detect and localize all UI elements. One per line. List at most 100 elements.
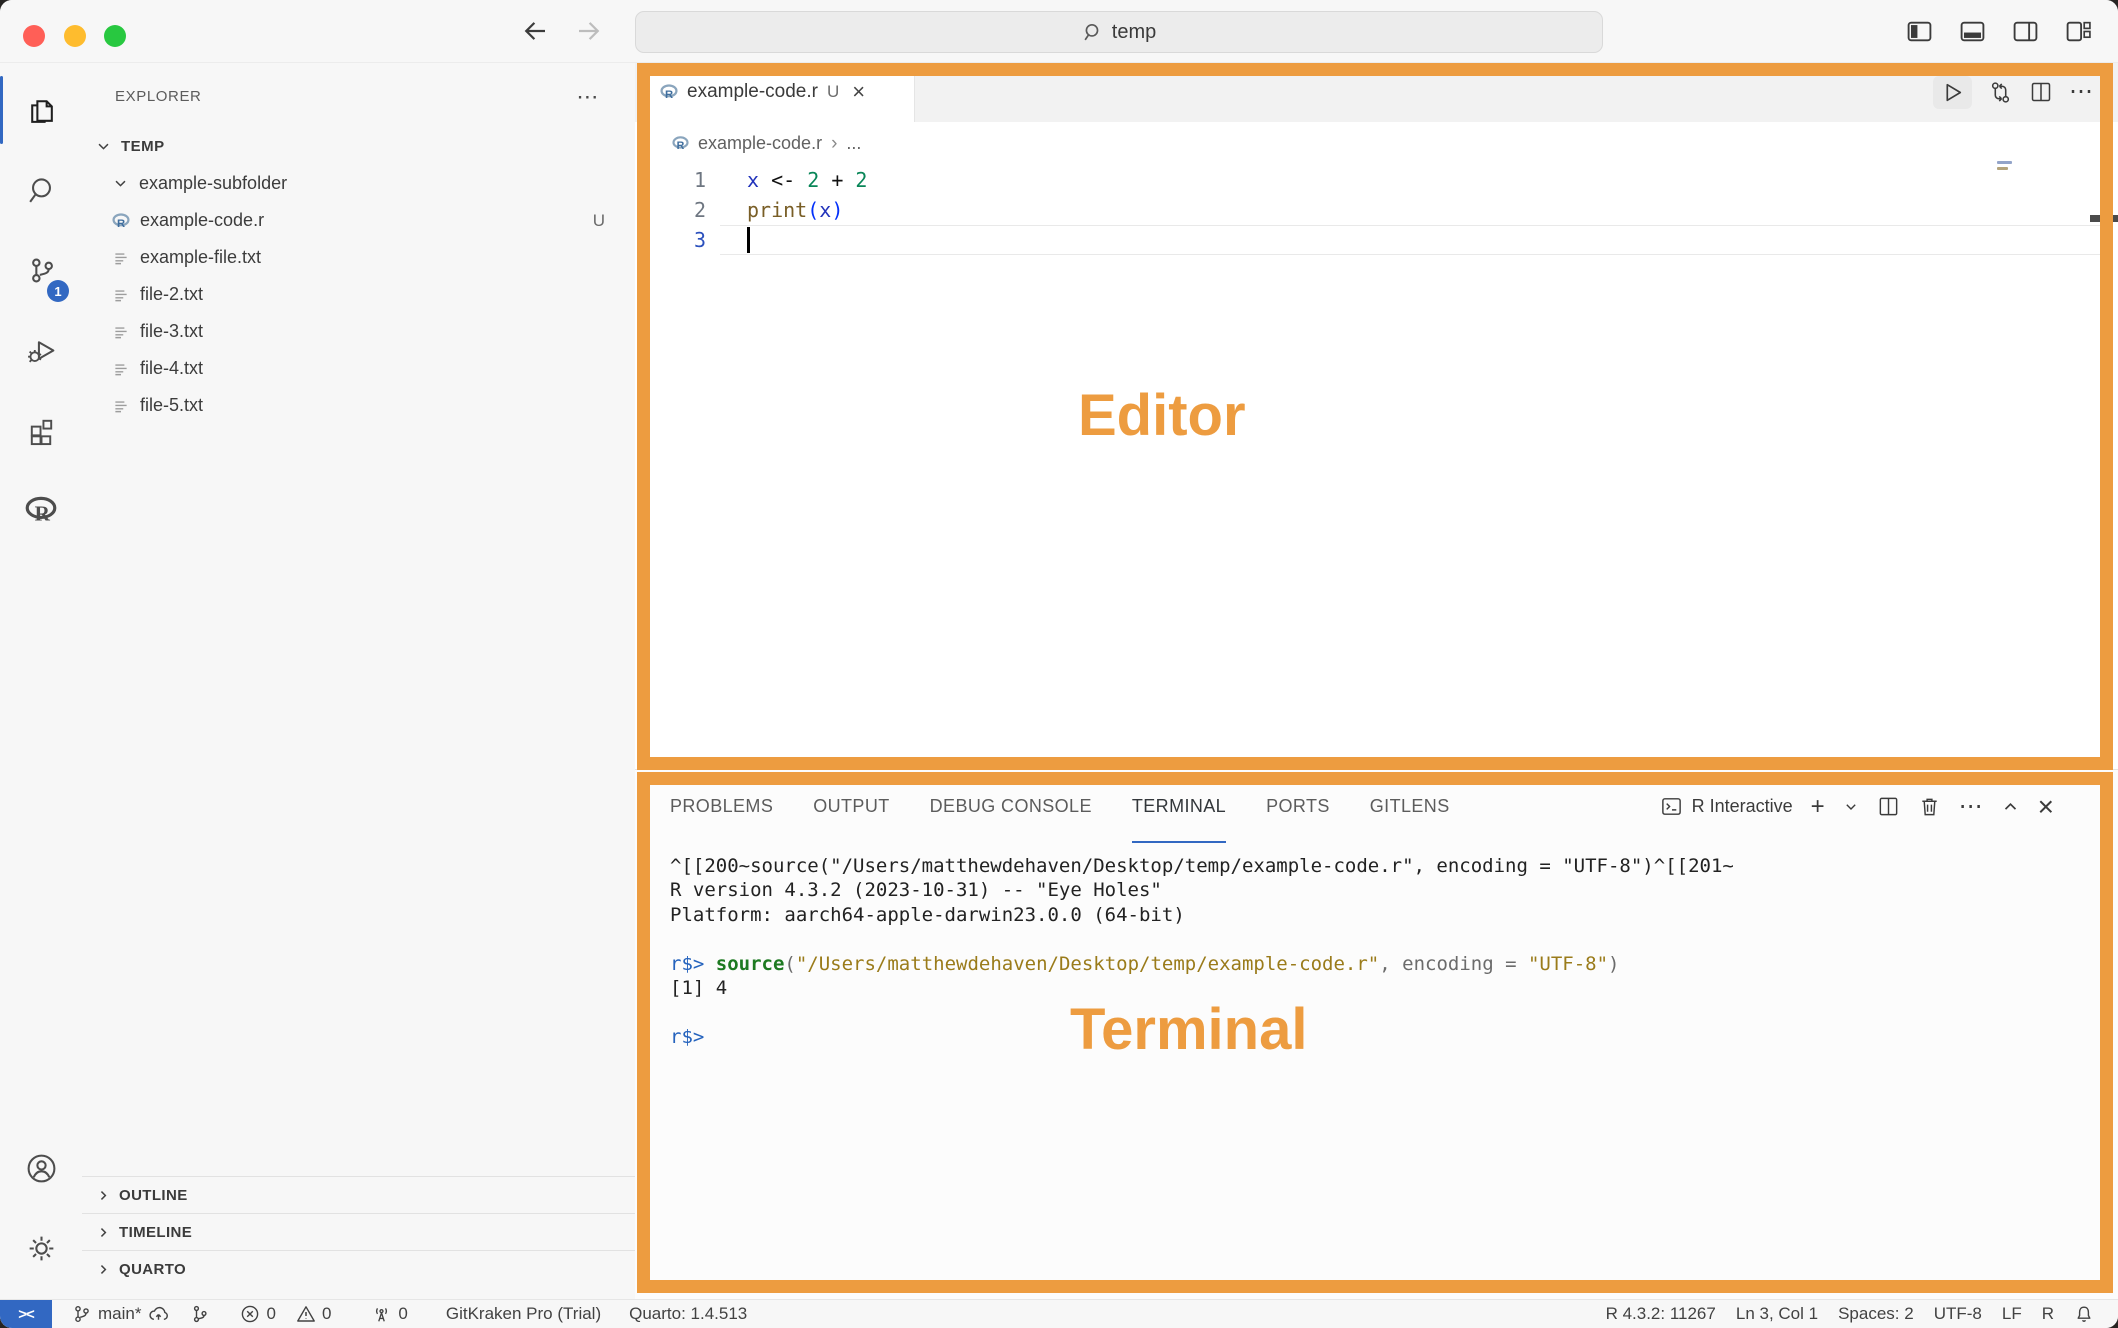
code-line[interactable]: 1x <- 2 + 2 bbox=[635, 165, 2118, 195]
activity-r[interactable]: R bbox=[0, 470, 82, 550]
terminal-line bbox=[670, 927, 2078, 951]
status-warnings[interactable]: 0 bbox=[286, 1300, 341, 1328]
status-encoding[interactable]: UTF-8 bbox=[1924, 1300, 1992, 1328]
toggle-secondary-sidebar-icon[interactable] bbox=[2012, 18, 2039, 45]
panel-tab-output[interactable]: OUTPUT bbox=[813, 770, 889, 843]
code-editor[interactable]: 1x <- 2 + 22print(x)3 bbox=[635, 165, 2118, 770]
status-r-version[interactable]: R 4.3.2: 11267 bbox=[1596, 1300, 1726, 1328]
status-cursor-position[interactable]: Ln 3, Col 1 bbox=[1726, 1300, 1828, 1328]
toggle-primary-sidebar-icon[interactable] bbox=[1906, 18, 1933, 45]
activity-settings[interactable] bbox=[0, 1208, 82, 1288]
tab-example-code-r[interactable]: R example-code.r U × bbox=[646, 62, 915, 122]
run-icon bbox=[1940, 80, 1965, 105]
debug-icon bbox=[25, 334, 58, 367]
remote-icon: >< bbox=[18, 1306, 34, 1323]
status-errors[interactable]: 0 bbox=[230, 1300, 285, 1328]
status-indentation[interactable]: Spaces: 2 bbox=[1828, 1300, 1924, 1328]
panel-tab-gitlens[interactable]: GITLENS bbox=[1370, 770, 1450, 843]
explorer-more-actions-icon[interactable]: ⋯ bbox=[576, 92, 599, 102]
status-gitkraken[interactable]: GitKraken Pro (Trial) bbox=[436, 1300, 611, 1328]
file-file-5.txt[interactable]: file-5.txt bbox=[82, 387, 635, 424]
panel-tab-label: GITLENS bbox=[1370, 796, 1450, 817]
traffic-light-close[interactable] bbox=[23, 25, 45, 47]
kill-terminal-icon[interactable] bbox=[1918, 795, 1941, 818]
new-terminal-icon[interactable]: + bbox=[1811, 802, 1825, 812]
status-quarto[interactable]: Quarto: 1.4.513 bbox=[619, 1300, 757, 1328]
toggle-panel-icon[interactable] bbox=[1959, 18, 1986, 45]
status-git-branch[interactable]: main* bbox=[62, 1300, 180, 1328]
status-remote-indicator[interactable]: >< bbox=[0, 1300, 52, 1328]
activity-extensions[interactable] bbox=[0, 390, 82, 470]
activity-explorer[interactable] bbox=[0, 70, 82, 150]
split-editor-button[interactable] bbox=[2029, 80, 2053, 104]
panel: PROBLEMS OUTPUT DEBUG CONSOLE TERMINAL PORTS… bbox=[635, 769, 2118, 1300]
panel-tab-problems[interactable]: PROBLEMS bbox=[670, 770, 773, 843]
file-file-2.txt[interactable]: file-2.txt bbox=[82, 276, 635, 313]
tree-root-label: TEMP bbox=[121, 138, 165, 155]
more-icon[interactable]: ⋯ bbox=[1959, 802, 1983, 812]
file-label: file-2.txt bbox=[140, 284, 203, 305]
r-lang-icon: R bbox=[23, 492, 59, 528]
close-panel-icon[interactable]: × bbox=[2038, 791, 2054, 823]
activity-accounts[interactable] bbox=[0, 1128, 82, 1208]
status-commit-graph[interactable] bbox=[180, 1300, 230, 1328]
txt-file-icon bbox=[112, 286, 130, 304]
compare-changes-button[interactable] bbox=[1988, 80, 2013, 105]
command-center-search[interactable]: temp bbox=[635, 11, 1603, 53]
status-ports[interactable]: 0 bbox=[361, 1300, 417, 1328]
search-icon bbox=[25, 174, 58, 207]
chevron-down-icon bbox=[112, 175, 129, 192]
section-outline[interactable]: OUTLINE bbox=[82, 1176, 635, 1213]
file-label: example-code.r bbox=[140, 210, 264, 231]
code-line[interactable]: 2print(x) bbox=[635, 195, 2118, 225]
terminal-picker-icon[interactable] bbox=[1843, 799, 1859, 815]
customize-layout-icon[interactable] bbox=[2065, 18, 2092, 45]
tree-root-temp[interactable]: TEMP bbox=[82, 128, 635, 165]
file-example-file.txt[interactable]: example-file.txt bbox=[82, 239, 635, 276]
txt-file-icon bbox=[112, 249, 130, 267]
panel-tab-label: PORTS bbox=[1266, 796, 1330, 817]
breadcrumb[interactable]: R example-code.r › ... bbox=[635, 122, 2118, 165]
panel-tab-ports[interactable]: PORTS bbox=[1266, 770, 1330, 843]
section-timeline[interactable]: TIMELINE bbox=[82, 1213, 635, 1250]
txt-file-icon bbox=[112, 323, 130, 341]
breadcrumb-more[interactable]: ... bbox=[846, 133, 861, 154]
forward-arrow-icon[interactable] bbox=[574, 16, 604, 46]
svg-text:R: R bbox=[117, 217, 125, 229]
status-label: GitKraken Pro (Trial) bbox=[446, 1304, 601, 1324]
maximize-panel-icon[interactable] bbox=[2001, 797, 2020, 816]
file-file-3.txt[interactable]: file-3.txt bbox=[82, 313, 635, 350]
terminal-output[interactable]: ^[[200~source("/Users/matthewdehaven/Des… bbox=[670, 854, 2078, 1049]
chevron-down-icon bbox=[95, 138, 112, 155]
traffic-light-minimize[interactable] bbox=[64, 25, 86, 47]
activity-run-debug[interactable] bbox=[0, 310, 82, 390]
panel-controls: R Interactive + ⋯ × bbox=[1660, 770, 2054, 843]
file-file-4.txt[interactable]: file-4.txt bbox=[82, 350, 635, 387]
traffic-light-zoom[interactable] bbox=[104, 25, 126, 47]
code-line[interactable]: 3 bbox=[635, 225, 2118, 255]
status-notifications[interactable] bbox=[2064, 1300, 2104, 1328]
warning-icon bbox=[296, 1304, 316, 1324]
panel-tab-terminal[interactable]: TERMINAL bbox=[1132, 770, 1226, 843]
close-icon[interactable]: × bbox=[852, 79, 865, 105]
r-file-icon: R bbox=[112, 212, 130, 230]
run-button[interactable] bbox=[1933, 76, 1972, 109]
file-example-subfolder[interactable]: example-subfolder bbox=[82, 165, 635, 202]
file-example-code.r[interactable]: Rexample-code.rU bbox=[82, 202, 635, 239]
breadcrumb-file[interactable]: example-code.r bbox=[698, 133, 822, 154]
split-terminal-icon[interactable] bbox=[1877, 795, 1900, 818]
back-arrow-icon[interactable] bbox=[520, 16, 550, 46]
activity-search[interactable] bbox=[0, 150, 82, 230]
tab-modified-badge: U bbox=[827, 82, 839, 102]
minimap[interactable] bbox=[1997, 161, 2012, 173]
commit-graph-icon bbox=[190, 1304, 210, 1324]
status-eol[interactable]: LF bbox=[1992, 1300, 2032, 1328]
more-actions-icon[interactable]: ⋯ bbox=[2069, 88, 2094, 96]
activity-source-control[interactable]: 1 bbox=[0, 230, 82, 310]
section-label: OUTLINE bbox=[119, 1187, 188, 1204]
section-label: QUARTO bbox=[119, 1261, 186, 1278]
section-quarto[interactable]: QUARTO bbox=[82, 1250, 635, 1287]
panel-tab-debug-console[interactable]: DEBUG CONSOLE bbox=[930, 770, 1092, 843]
status-language-mode[interactable]: R bbox=[2032, 1300, 2064, 1328]
terminal-profile[interactable]: R Interactive bbox=[1660, 795, 1793, 818]
